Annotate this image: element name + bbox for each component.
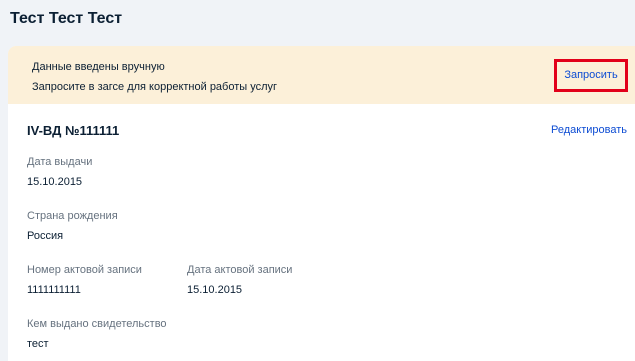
document-card: Данные введены вручную Запросите в загсе… (8, 46, 635, 361)
issued-by-value: тест (27, 338, 49, 350)
record-date-value: 15.10.2015 (187, 284, 243, 296)
page-title: Тест Тест Тест (10, 10, 123, 27)
issue-date-label: Дата выдачи (27, 156, 93, 168)
birth-country-value: Россия (27, 230, 64, 242)
manual-entry-notice: Данные введены вручную Запросите в загсе… (8, 46, 635, 104)
birth-country-label: Страна рождения (27, 210, 118, 222)
record-date-label: Дата актовой записи (187, 264, 293, 276)
request-button[interactable]: Запросить (554, 59, 628, 92)
record-number-value: 1111111111 (27, 284, 81, 296)
notice-text-primary: Данные введены вручную (32, 61, 165, 73)
notice-text-secondary: Запросите в загсе для корректной работы … (32, 81, 278, 93)
record-number-label: Номер актовой записи (27, 264, 142, 276)
issue-date-value: 15.10.2015 (27, 176, 83, 188)
edit-link[interactable]: Редактировать (551, 124, 627, 136)
issued-by-label: Кем выдано свидетельство (27, 318, 167, 330)
document-title: IV-ВД №111111 (27, 123, 120, 138)
